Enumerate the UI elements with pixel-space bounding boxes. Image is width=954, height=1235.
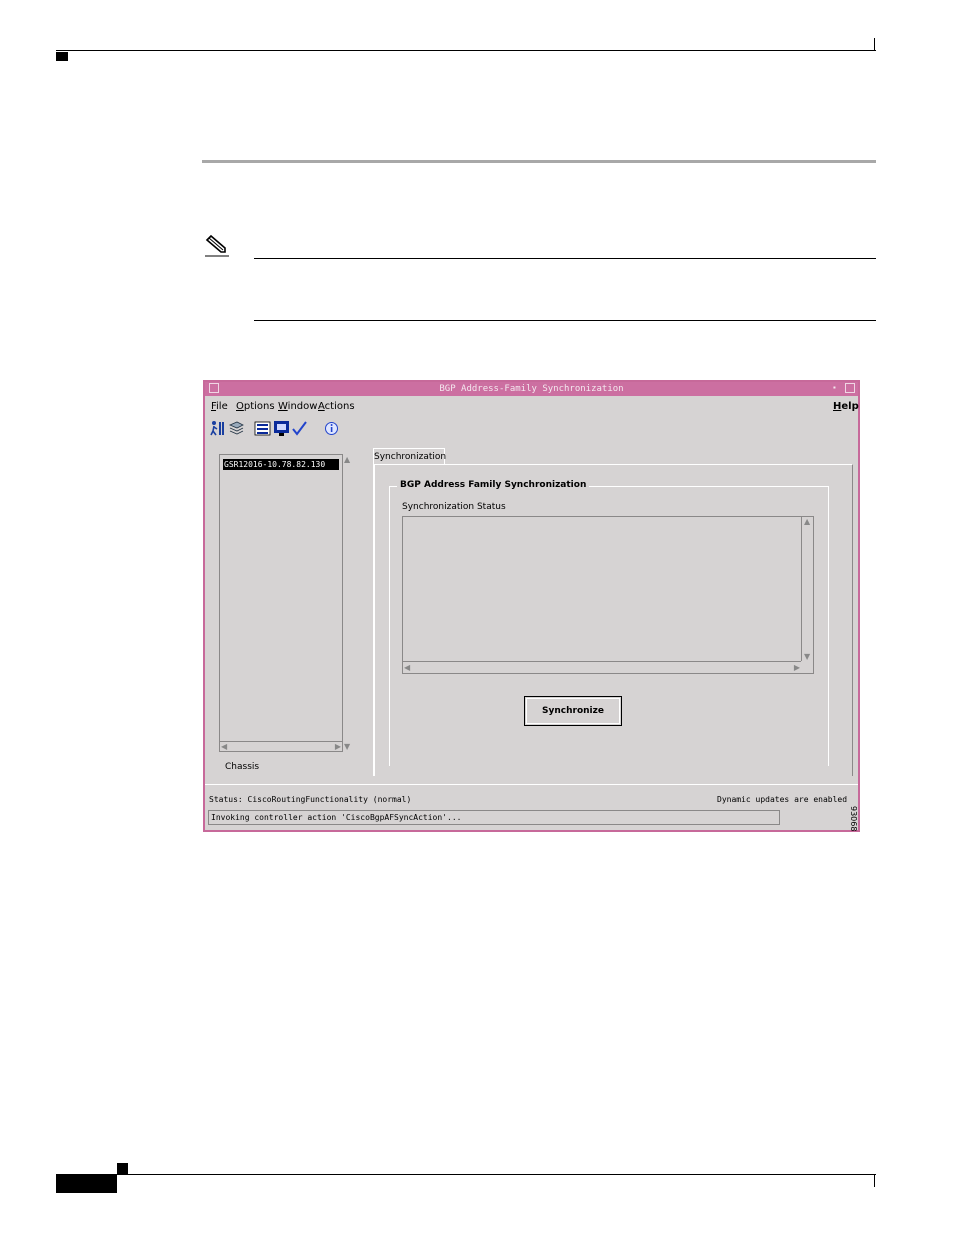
toolbar [205, 418, 858, 440]
note-rule-bottom [254, 320, 876, 321]
message-field: Invoking controller action 'CiscoBgpAFSy… [208, 810, 780, 825]
chassis-list-item[interactable]: GSR12016-10.78.82.130 [223, 459, 339, 470]
footer-rule [56, 1174, 876, 1175]
check-icon[interactable] [291, 420, 308, 437]
run-icon[interactable] [209, 420, 226, 437]
dynamic-updates-text: Dynamic updates are enabled [717, 795, 848, 804]
sync-status-label: Synchronization Status [402, 502, 506, 512]
window-title: BGP Address-Family Synchronization [439, 384, 624, 394]
app-window: BGP Address-Family Synchronization ▪ Fil… [203, 380, 860, 832]
header-rule [56, 50, 876, 51]
scroll-right-icon[interactable]: ▶ [335, 742, 341, 751]
window-menu-icon[interactable] [209, 383, 219, 393]
note-rule-top [254, 258, 876, 259]
status-text: Status: CiscoRoutingFunctionality (norma… [209, 795, 412, 804]
menubar: File Options Window Actions Help [205, 398, 859, 416]
chassis-list[interactable]: GSR12016-10.78.82.130 ▲ ▼ ◀ ▶ [219, 454, 352, 752]
scroll-up-icon[interactable]: ▲ [804, 517, 810, 526]
scroll-up-icon[interactable]: ▲ [344, 455, 350, 464]
footer-marker [117, 1163, 128, 1174]
chassis-vscrollbar[interactable]: ▲ ▼ [342, 455, 352, 751]
scroll-down-icon[interactable]: ▼ [344, 742, 350, 751]
scroll-left-icon[interactable]: ◀ [404, 663, 410, 672]
menu-window[interactable]: Window [278, 401, 317, 412]
figure-id: 93068 [849, 806, 858, 832]
maximize-icon[interactable] [845, 383, 855, 393]
tab-synchronization[interactable]: Synchronization [373, 448, 446, 464]
group-title: BGP Address Family Synchronization [397, 480, 590, 490]
info-icon[interactable] [323, 420, 340, 437]
chassis-hscrollbar[interactable]: ◀ ▶ [220, 741, 342, 751]
menu-options[interactable]: Options [236, 401, 275, 412]
sync-status-textarea[interactable]: ▲ ▼ ◀ ▶ [402, 516, 814, 674]
section-rule [202, 160, 876, 163]
chassis-label: Chassis [225, 762, 260, 772]
minimize-icon[interactable]: ▪ [833, 383, 843, 393]
monitor-icon[interactable] [273, 420, 290, 437]
footer-block [56, 1175, 117, 1193]
scroll-down-icon[interactable]: ▼ [804, 652, 810, 661]
scroll-left-icon[interactable]: ◀ [221, 742, 227, 751]
header-marker [56, 52, 68, 61]
footer-tick [874, 1174, 875, 1187]
menu-actions[interactable]: Actions [318, 401, 355, 412]
status-hscrollbar[interactable]: ◀ ▶ [403, 661, 801, 673]
status-vscrollbar[interactable]: ▲ ▼ [801, 517, 813, 661]
menu-file[interactable]: File [211, 401, 228, 412]
layers-icon[interactable] [228, 420, 245, 437]
synchronize-button[interactable]: Synchronize [524, 696, 622, 726]
menu-help[interactable]: Help [833, 401, 859, 412]
header-tick [874, 38, 875, 51]
scroll-right-icon[interactable]: ▶ [794, 663, 800, 672]
list-icon[interactable] [254, 420, 271, 437]
window-titlebar[interactable]: BGP Address-Family Synchronization [205, 382, 858, 396]
pencil-icon [205, 234, 229, 257]
status-separator [205, 784, 858, 785]
